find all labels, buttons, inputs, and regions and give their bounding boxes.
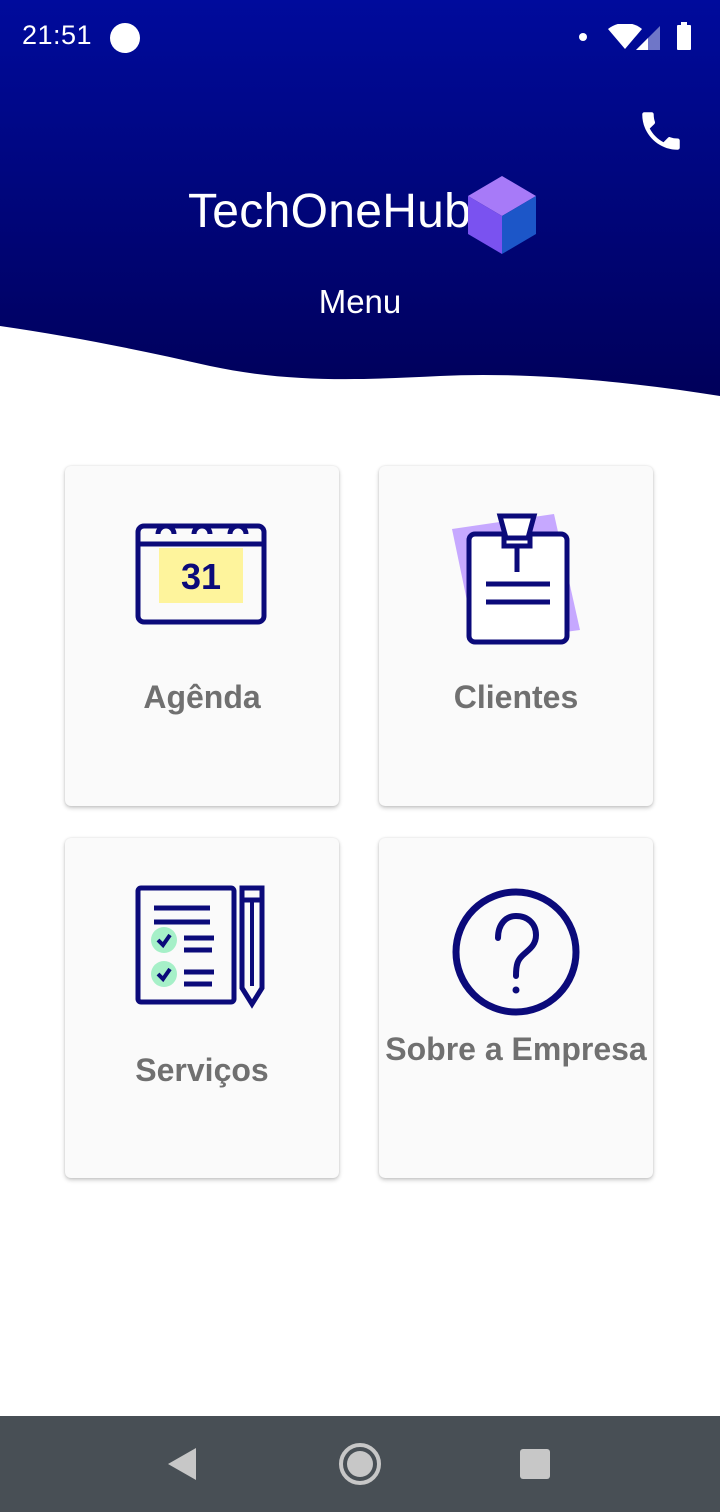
system-nav-bar bbox=[0, 1416, 720, 1512]
menu-card-servicos[interactable]: Serviços bbox=[65, 838, 339, 1178]
menu-card-sobre[interactable]: Sobre a Empresa bbox=[379, 838, 653, 1178]
dot-icon bbox=[579, 33, 587, 41]
page-title: Menu bbox=[318, 283, 402, 320]
menu-card-clientes[interactable]: Clientes bbox=[379, 466, 653, 806]
battery-icon bbox=[677, 22, 691, 50]
cube-logo-icon bbox=[468, 176, 536, 254]
calendar-icon: 31 bbox=[135, 523, 267, 625]
clipboard-icon bbox=[452, 513, 580, 645]
menu-card-label: Serviços bbox=[135, 1052, 269, 1088]
status-bar: 21:51 bbox=[0, 0, 720, 76]
home-icon[interactable] bbox=[335, 1440, 385, 1490]
signal-icon bbox=[636, 26, 660, 50]
notification-circle-icon bbox=[110, 23, 140, 53]
checklist-icon bbox=[135, 885, 265, 1009]
menu-card-agenda[interactable]: 31 Agênda bbox=[65, 466, 339, 806]
brand-name: TechOneHub bbox=[188, 185, 472, 238]
calendar-day-text: 31 bbox=[181, 556, 221, 597]
brand-logo: TechOneHub bbox=[0, 172, 720, 260]
status-icons bbox=[564, 22, 694, 54]
question-icon bbox=[452, 888, 580, 1016]
back-icon[interactable] bbox=[158, 1440, 208, 1490]
recent-apps-icon[interactable] bbox=[510, 1440, 560, 1490]
menu-card-label: Agênda bbox=[143, 679, 261, 715]
menu-card-label: Clientes bbox=[453, 679, 579, 715]
menu-card-label: Sobre a Empresa bbox=[385, 1031, 647, 1067]
phone-icon[interactable] bbox=[636, 106, 686, 156]
status-time: 21:51 bbox=[22, 20, 93, 50]
